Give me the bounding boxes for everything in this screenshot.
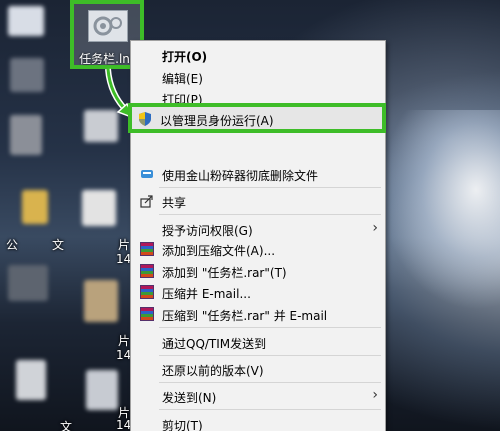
desktop-icon-blurred[interactable] <box>8 265 48 301</box>
winrar-icon <box>140 264 154 278</box>
menu-separator <box>159 355 381 356</box>
menu-item-add-archive[interactable]: 添加到压缩文件(A)... <box>132 238 384 260</box>
desktop-icon-blurred[interactable] <box>84 110 118 142</box>
uac-shield-icon <box>138 111 152 126</box>
winrar-icon <box>140 242 154 256</box>
desktop-icon-blurred[interactable] <box>22 190 48 224</box>
winrar-icon <box>140 307 154 321</box>
desktop-icon-blurred[interactable] <box>82 190 116 226</box>
desktop-label: 14 <box>116 252 132 266</box>
desktop-label: 公 <box>6 238 19 252</box>
menu-item-open[interactable]: 打开(O) <box>132 44 384 66</box>
desktop-label: 文 <box>60 420 73 431</box>
menu-item-run-as-admin[interactable]: 以管理员身份运行(A) <box>128 103 386 133</box>
desktop-label: 14 <box>116 348 132 362</box>
desktop-icon-blurred[interactable] <box>10 115 42 155</box>
menu-item-send-to[interactable]: 发送到(N) › <box>132 385 384 407</box>
menu-separator <box>159 187 381 188</box>
menu-item-add-rar[interactable]: 添加到 "任务栏.rar"(T) <box>132 260 384 282</box>
menu-separator <box>159 409 381 410</box>
shredder-icon <box>140 167 154 181</box>
menu-item-edit[interactable]: 编辑(E) <box>132 66 384 88</box>
menu-item-shred[interactable]: 使用金山粉碎器彻底删除文件 <box>132 163 384 185</box>
gear-icon <box>88 10 128 42</box>
desktop-icon-blurred[interactable] <box>84 280 118 322</box>
desktop-icon-blurred[interactable] <box>86 370 118 410</box>
menu-item-send-qq[interactable]: 通过QQ/TIM发送到 <box>132 331 384 353</box>
menu-separator <box>159 214 381 215</box>
earth-clouds <box>380 110 500 310</box>
menu-separator <box>159 327 381 328</box>
menu-separator <box>159 382 381 383</box>
desktop-icon-blurred[interactable] <box>16 360 46 400</box>
desktop-label: 片 <box>118 238 131 252</box>
desktop-icon-blurred[interactable] <box>8 6 44 36</box>
desktop: 公 文 片 14 片 14 片 14 文 任务栏.lnk 打开(O) 编辑(E)… <box>0 0 500 431</box>
menu-item-compress-email[interactable]: 压缩并 E-mail... <box>132 281 384 303</box>
desktop-label: 文 <box>52 238 65 252</box>
menu-item-share[interactable]: 共享 <box>132 190 384 212</box>
desktop-icon-blurred[interactable] <box>10 58 44 92</box>
winrar-icon <box>140 285 154 299</box>
desktop-label: 片 <box>118 334 131 348</box>
menu-item-compress-rar-email[interactable]: 压缩到 "任务栏.rar" 并 E-mail <box>132 303 384 325</box>
chevron-right-icon: › <box>372 387 378 403</box>
chevron-right-icon: › <box>372 220 378 236</box>
menu-item-cut[interactable]: 剪切(T) <box>132 413 384 431</box>
menu-item-grant-access[interactable]: 授予访问权限(G) › <box>132 218 384 240</box>
desktop-label: 14 <box>116 418 132 431</box>
share-icon <box>140 194 154 208</box>
context-menu: 打开(O) 编辑(E) 打印(P) 使用金山粉碎器彻底删除文件 共享 授予访问权… <box>130 40 386 431</box>
menu-item-restore-versions[interactable]: 还原以前的版本(V) <box>132 358 384 380</box>
